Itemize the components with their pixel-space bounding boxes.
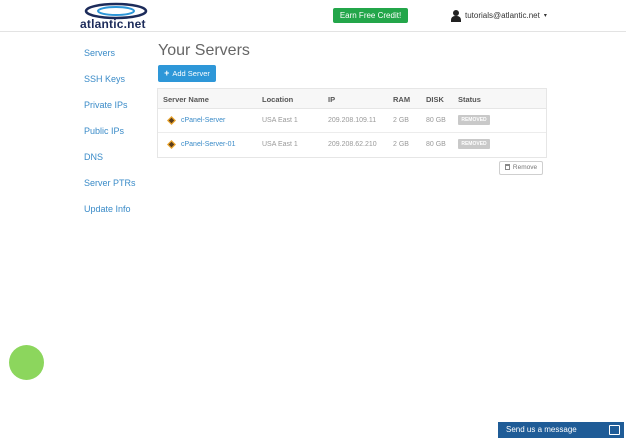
column-header-ip[interactable]: IP: [328, 95, 335, 104]
server-ram: 2 GB: [393, 141, 409, 148]
table-header: Server Name Location IP RAM DISK Status: [158, 89, 546, 109]
send-message-chat-widget[interactable]: Send us a message: [498, 422, 624, 438]
table-row[interactable]: cPanel-Server USA East 1 209.208.109.11 …: [158, 109, 546, 133]
cpanel-icon: [167, 116, 176, 125]
remove-button[interactable]: Remove: [499, 161, 543, 175]
column-header-server-name[interactable]: Server Name: [163, 95, 209, 104]
top-navbar: atlantic.net Earn Free Credit! tutorials…: [0, 0, 626, 32]
chevron-down-icon: ▾: [543, 13, 547, 19]
atlantic-net-logo[interactable]: atlantic.net: [80, 2, 152, 31]
column-header-ram[interactable]: RAM: [393, 95, 410, 104]
sidebar-item-ssh-keys[interactable]: SSH Keys: [84, 70, 154, 96]
remove-label: Remove: [512, 164, 538, 171]
chat-window-icon: [609, 425, 620, 435]
trash-icon: [504, 164, 510, 170]
table-row[interactable]: cPanel-Server-01 USA East 1 209.208.62.2…: [158, 133, 546, 157]
server-ip: 209.208.109.11: [328, 117, 377, 124]
sidebar-item-dns[interactable]: DNS: [84, 148, 154, 174]
column-header-status[interactable]: Status: [458, 95, 481, 104]
server-location: USA East 1: [262, 141, 298, 148]
sidebar-item-servers[interactable]: Servers: [84, 44, 154, 70]
status-badge: REMOVED: [458, 139, 490, 149]
server-ip: 209.208.62.210: [328, 141, 377, 148]
server-name-link[interactable]: cPanel-Server-01: [181, 141, 235, 148]
user-icon: [451, 9, 461, 22]
earn-free-credit-button[interactable]: Earn Free Credit!: [333, 8, 408, 23]
sidebar-item-server-ptrs[interactable]: Server PTRs: [84, 174, 154, 200]
add-server-button[interactable]: + Add Server: [158, 65, 216, 82]
server-ram: 2 GB: [393, 117, 409, 124]
sidebar-item-public-ips[interactable]: Public IPs: [84, 122, 154, 148]
chat-label: Send us a message: [506, 425, 577, 434]
server-location: USA East 1: [262, 117, 298, 124]
column-header-disk[interactable]: DISK: [426, 95, 444, 104]
sidebar-item-update-info[interactable]: Update Info: [84, 200, 154, 226]
sidebar-item-private-ips[interactable]: Private IPs: [84, 96, 154, 122]
cpanel-icon: [167, 140, 176, 149]
sidebar: Servers SSH Keys Private IPs Public IPs …: [84, 44, 154, 226]
server-disk: 80 GB: [426, 117, 446, 124]
plus-icon: +: [164, 68, 170, 78]
column-header-location[interactable]: Location: [262, 95, 293, 104]
user-menu[interactable]: tutorials@atlantic.net ▾: [451, 9, 547, 22]
user-email: tutorials@atlantic.net: [465, 11, 540, 20]
status-badge: REMOVED: [458, 115, 490, 125]
server-disk: 80 GB: [426, 141, 446, 148]
logo-text: atlantic.net: [80, 17, 146, 31]
servers-table: Server Name Location IP RAM DISK Status …: [157, 88, 547, 158]
page-title: Your Servers: [158, 42, 250, 59]
server-name-link[interactable]: cPanel-Server: [181, 117, 225, 124]
add-server-label: Add Server: [172, 69, 210, 78]
green-circle-indicator: [9, 345, 44, 380]
